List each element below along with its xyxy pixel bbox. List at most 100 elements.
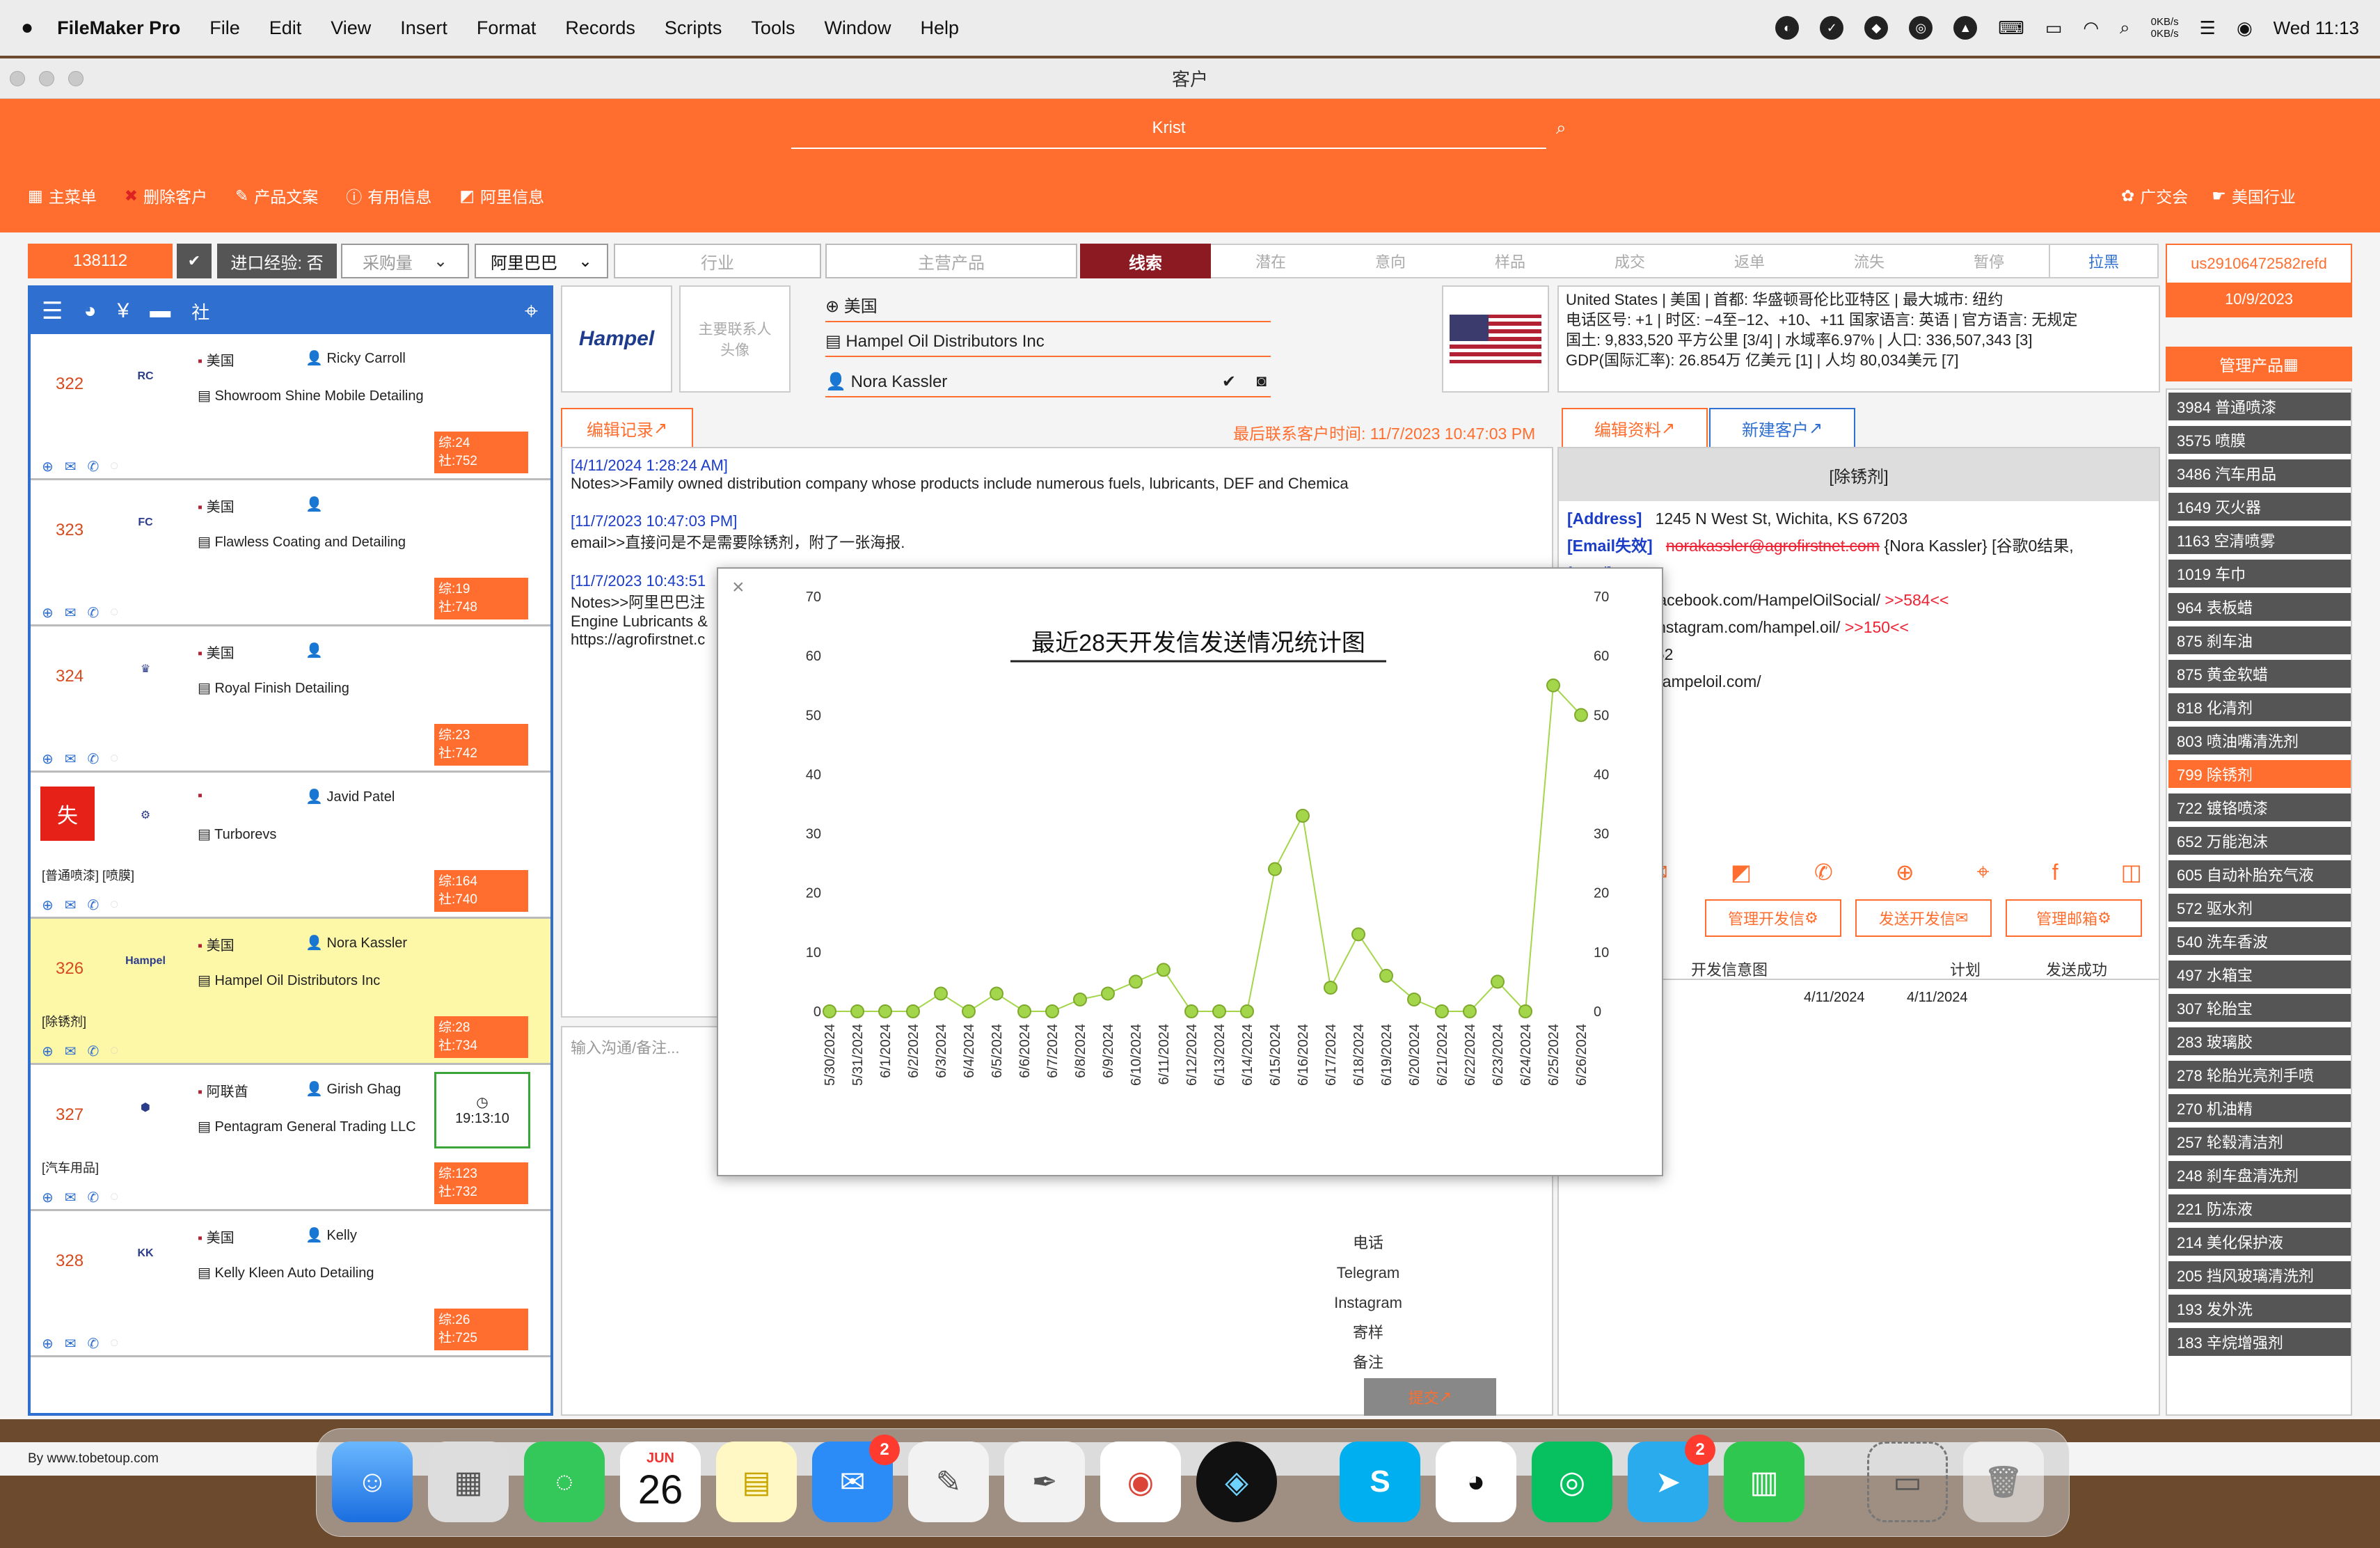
data-point[interactable] bbox=[1491, 974, 1505, 989]
filemaker-icon[interactable]: ◈ bbox=[1196, 1442, 1277, 1522]
skype-icon[interactable]: S bbox=[1340, 1442, 1420, 1522]
manage-mailbox-button[interactable]: 管理邮箱 ⚙ bbox=[2006, 899, 2142, 937]
product-item[interactable]: 278 轮胎光亮剂手喷 bbox=[2168, 1061, 2351, 1089]
data-point[interactable] bbox=[1157, 963, 1171, 977]
product-item[interactable]: 722 镀铬喷漆 bbox=[2168, 793, 2351, 821]
channel-sample[interactable]: 寄样 bbox=[1299, 1318, 1438, 1348]
menu-records[interactable]: Records bbox=[565, 17, 635, 39]
list-item[interactable]: 322 RC ▪ 美国 👤 Ricky Carroll ▤ Showroom Shine… bbox=[31, 334, 550, 480]
screenshot-folder-icon[interactable]: ▭ bbox=[1867, 1442, 1948, 1522]
list-item[interactable]: 326 Hampel ▪ 美国 👤 Nora Kassler ▤ Hampel Oil … bbox=[31, 919, 550, 1065]
edit-profile-button[interactable]: 编辑资料 ↗ bbox=[1562, 408, 1708, 448]
globe-icon[interactable]: ⊕ bbox=[42, 1043, 54, 1060]
channel-note[interactable]: 备注 bbox=[1299, 1348, 1438, 1377]
data-point[interactable] bbox=[962, 1004, 976, 1018]
stage-potential[interactable]: 潜在 bbox=[1211, 244, 1331, 278]
product-item[interactable]: 572 驱水剂 bbox=[2168, 894, 2351, 922]
us-industry-button[interactable]: ☛ 美国行业 bbox=[2212, 184, 2296, 207]
manage-product-header[interactable]: 管理产品 ▦ bbox=[2166, 347, 2352, 381]
product-item[interactable]: 803 喷油嘴清洗剂 bbox=[2168, 727, 2351, 755]
notes-icon[interactable]: ▤ bbox=[716, 1442, 797, 1522]
mail-icon[interactable]: ✉ bbox=[65, 1335, 77, 1352]
send-mail-button[interactable]: 发送开发信 ✉ bbox=[1855, 899, 1992, 937]
product-item[interactable]: 605 自动补胎充气液 bbox=[2168, 860, 2351, 888]
chat-icon[interactable]: ◌ bbox=[110, 1043, 118, 1060]
search-icon[interactable]: ⌕ bbox=[1556, 117, 1566, 139]
stage-sample[interactable]: 样品 bbox=[1450, 244, 1570, 278]
product-item[interactable]: 307 轮胎宝 bbox=[2168, 994, 2351, 1022]
mail-icon[interactable]: ✉ 2 bbox=[812, 1435, 900, 1522]
stage-lost[interactable]: 流失 bbox=[1809, 244, 1929, 278]
globe-icon[interactable]: ⊕ bbox=[42, 897, 54, 914]
product-item[interactable]: 497 水箱宝 bbox=[2168, 961, 2351, 988]
data-point[interactable] bbox=[1073, 992, 1087, 1006]
industry-field[interactable]: 行业 bbox=[614, 244, 821, 278]
data-point[interactable] bbox=[1407, 992, 1421, 1006]
stage-lead[interactable]: 线索 bbox=[1080, 244, 1211, 278]
product-item[interactable]: 1163 空清喷雾 bbox=[2168, 526, 2351, 554]
data-point[interactable] bbox=[1463, 1004, 1477, 1018]
location-pin-icon[interactable]: ⌖ bbox=[1977, 859, 1990, 885]
battery-icon[interactable]: ▭ bbox=[2045, 17, 2063, 39]
mail-icon[interactable]: ✉ bbox=[65, 1043, 77, 1060]
dropbox-icon[interactable]: ◆ bbox=[1864, 16, 1889, 40]
chat-icon[interactable]: ◌ bbox=[110, 897, 118, 914]
globe-icon[interactable]: ⊕ bbox=[1896, 859, 1914, 885]
product-item[interactable]: 799 除锈剂 bbox=[2168, 760, 2351, 788]
data-point[interactable] bbox=[850, 1004, 864, 1018]
tray-check-icon[interactable]: ✓ bbox=[1820, 16, 1844, 40]
product-item[interactable]: 214 美化保护液 bbox=[2168, 1228, 2351, 1256]
channel-telegram[interactable]: Telegram bbox=[1299, 1258, 1438, 1288]
siri-icon[interactable]: ◉ bbox=[2237, 17, 2253, 39]
product-item[interactable]: 875 黄金软蜡 bbox=[2168, 660, 2351, 688]
canton-fair-button[interactable]: ✿ 广交会 bbox=[2121, 184, 2188, 207]
stage-intent[interactable]: 意向 bbox=[1331, 244, 1450, 278]
ali-icon[interactable]: ◩ bbox=[1731, 859, 1752, 885]
data-point[interactable] bbox=[1268, 862, 1282, 876]
data-point[interactable] bbox=[1101, 986, 1115, 1001]
wifi-icon[interactable]: ◠ bbox=[2083, 17, 2099, 39]
phone-icon[interactable]: ✆ bbox=[88, 1043, 100, 1060]
product-item[interactable]: 875 刹车油 bbox=[2168, 626, 2351, 654]
product-item[interactable]: 270 机油精 bbox=[2168, 1094, 2351, 1122]
product-item[interactable]: 652 万能泡沫 bbox=[2168, 827, 2351, 855]
data-point[interactable] bbox=[1129, 974, 1143, 989]
channel-instagram[interactable]: Instagram bbox=[1299, 1288, 1438, 1318]
contact-field[interactable]: 👤 Nora Kassler ✔ ◙ bbox=[825, 372, 1271, 397]
app-menu[interactable]: FileMaker Pro bbox=[57, 17, 180, 39]
product-item[interactable]: 964 表板蜡 bbox=[2168, 593, 2351, 621]
source-select[interactable]: 阿里巴巴 ⌄ bbox=[475, 244, 608, 278]
purchase-select[interactable]: 采购量 ⌄ bbox=[341, 244, 469, 278]
mail-icon[interactable]: ✉ bbox=[65, 750, 77, 768]
menu-insert[interactable]: Insert bbox=[400, 17, 447, 39]
numbers-icon[interactable]: ▥ bbox=[1724, 1442, 1804, 1522]
menu-tools[interactable]: Tools bbox=[751, 17, 795, 39]
product-item[interactable]: 193 发外洗 bbox=[2168, 1295, 2351, 1322]
product-item[interactable]: 1649 灭火器 bbox=[2168, 493, 2351, 521]
mail-icon[interactable]: ✉ bbox=[65, 897, 77, 914]
reminder-box[interactable]: ◷ 19:13:10 bbox=[434, 1072, 530, 1148]
data-point[interactable] bbox=[1240, 1004, 1254, 1018]
clock[interactable]: Wed 11:13 bbox=[2274, 17, 2359, 39]
minimize-window-icon[interactable] bbox=[39, 71, 54, 86]
checkmark-icon[interactable]: ✔ bbox=[1222, 372, 1236, 392]
instagram-icon[interactable]: ◫ bbox=[2121, 859, 2142, 885]
product-item[interactable]: 183 辛烷增强剂 bbox=[2168, 1328, 2351, 1356]
chat-icon[interactable]: ◌ bbox=[110, 458, 118, 475]
location-pin-icon[interactable]: ⌖ bbox=[525, 298, 538, 325]
data-point[interactable] bbox=[1379, 968, 1393, 983]
finder-icon[interactable]: ☺ bbox=[332, 1442, 413, 1522]
calendar-icon[interactable]: JUN 26 bbox=[620, 1442, 701, 1522]
main-menu-button[interactable]: ▦ 主菜单 bbox=[28, 184, 97, 207]
data-point[interactable] bbox=[1546, 678, 1560, 693]
email-link[interactable]: norakassler@agrofirstnet.com bbox=[1666, 537, 1880, 555]
menu-window[interactable]: Window bbox=[824, 17, 891, 39]
globe-icon[interactable]: ⊕ bbox=[42, 1335, 54, 1352]
script-editor-icon[interactable]: ✒ bbox=[1004, 1442, 1085, 1522]
phone-icon[interactable]: ✆ bbox=[88, 458, 100, 475]
stage-reorder[interactable]: 返单 bbox=[1690, 244, 1809, 278]
list-item[interactable]: 324 ♛ ▪ 美国 👤 ▤ Royal Finish Detailing 综:23 社:… bbox=[31, 626, 550, 773]
wechat-icon[interactable]: ◎ bbox=[1532, 1442, 1612, 1522]
truck-icon[interactable]: ▬ bbox=[150, 299, 170, 323]
phone-icon[interactable]: ✆ bbox=[1814, 859, 1833, 885]
